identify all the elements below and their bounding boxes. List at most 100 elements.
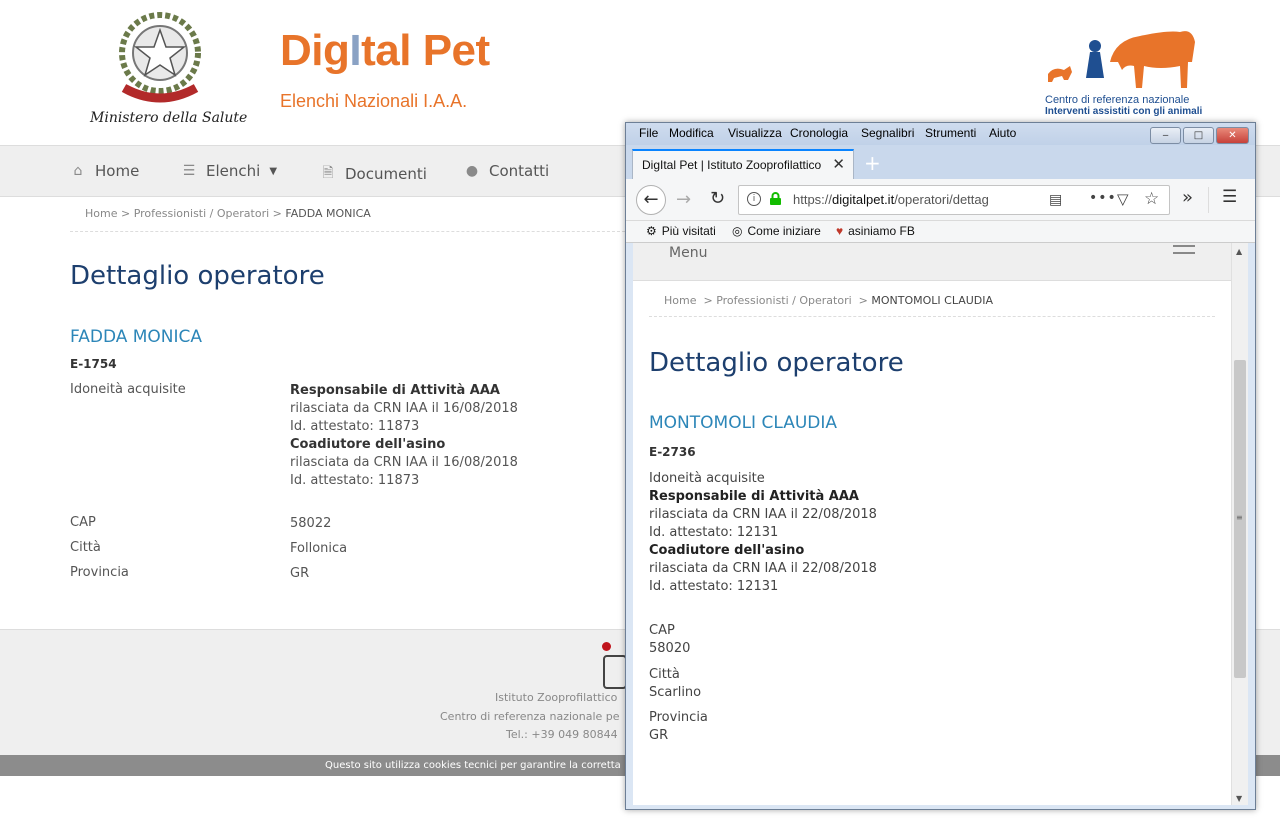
- tab-title: DigItal Pet | Istituto Zooprofilattico: [642, 158, 822, 172]
- citta-value: Scarlino: [649, 685, 702, 700]
- breadcrumb: Home > Professionisti / Operatori > MONT…: [664, 294, 994, 307]
- cap-value: 58020: [649, 641, 691, 656]
- operator-code: E-2736: [649, 445, 696, 459]
- breadcrumb-current: FADDA MONICA: [285, 207, 371, 220]
- menu-aiuto[interactable]: Aiuto: [989, 126, 1016, 140]
- hamburger-menu-icon[interactable]: ☰: [1222, 187, 1237, 207]
- nav-toolbar: ← → ↻ i https://digitalpet.it/operatori/…: [626, 179, 1255, 221]
- cap-label: CAP: [649, 623, 675, 638]
- maximize-button[interactable]: □: [1183, 127, 1214, 144]
- nav-contatti[interactable]: ● Contatti: [464, 162, 549, 180]
- breadcrumb-current: MONTOMOLI CLAUDIA: [871, 294, 994, 307]
- menu-bar: File Modifica Visualizza Cronologia Segn…: [626, 123, 1255, 145]
- menu-cronologia[interactable]: Cronologia: [790, 126, 848, 140]
- bookmark-star-icon[interactable]: ☆: [1144, 189, 1159, 209]
- minimize-button[interactable]: ‒: [1150, 127, 1181, 144]
- cap-label: CAP: [70, 515, 96, 530]
- bookmark-come-iniziare[interactable]: ◎ Come iniziare: [732, 224, 821, 238]
- user-icon: ●: [465, 163, 479, 179]
- brand-subtitle: Elenchi Nazionali I.A.A.: [280, 91, 468, 111]
- pocket-icon[interactable]: ▽: [1117, 190, 1129, 208]
- idoneita-label: Idoneità acquisite: [649, 471, 765, 486]
- breadcrumb-section[interactable]: Professionisti / Operatori: [716, 294, 851, 307]
- tab-close-icon[interactable]: ✕: [832, 155, 845, 173]
- operator-name: FADDA MONICA: [70, 327, 203, 347]
- forward-icon[interactable]: →: [676, 189, 691, 210]
- tab-strip: DigItal Pet | Istituto Zooprofilattico ✕…: [626, 145, 1255, 179]
- page-viewport: Menu Home > Professionisti / Operatori >…: [633, 243, 1231, 805]
- idoneita-label: Idoneità acquisite: [70, 382, 186, 397]
- url-text[interactable]: https://digitalpet.it/operatori/dettag: [793, 192, 1013, 207]
- page-title: Dettaglio operatore: [649, 348, 904, 378]
- scroll-up-icon[interactable]: ▲: [1236, 247, 1242, 256]
- caret-down-icon: ▼: [269, 165, 278, 177]
- reload-icon[interactable]: ↻: [710, 188, 725, 209]
- provincia-value: GR: [290, 566, 310, 581]
- new-tab-icon[interactable]: +: [864, 151, 881, 175]
- ministero-label: Ministero della Salute: [90, 110, 248, 126]
- breadcrumb-section[interactable]: Professionisti / Operatori: [134, 207, 269, 220]
- footer-centro: Centro di referenza nazionale pe: [440, 710, 620, 723]
- menu-file[interactable]: File: [639, 126, 658, 140]
- document-icon: 🗎: [322, 165, 334, 181]
- tab-digitalpet[interactable]: DigItal Pet | Istituto Zooprofilattico ✕: [632, 149, 854, 179]
- toolbar-separator: [1208, 187, 1209, 213]
- citta-label: Città: [70, 540, 101, 555]
- vertical-scrollbar[interactable]: ▲ ≡ ▼: [1231, 243, 1248, 805]
- crn-horse-logo-icon: [1040, 22, 1200, 94]
- cap-value: 58022: [290, 516, 332, 531]
- divider: [649, 316, 1215, 317]
- divider: [70, 231, 630, 232]
- lock-icon[interactable]: [769, 192, 782, 205]
- citta-value: Follonica: [290, 541, 348, 556]
- reader-view-icon[interactable]: ▤: [1049, 192, 1062, 208]
- menu-label: Menu: [669, 245, 708, 261]
- bookmark-piu-visitati[interactable]: ⚙ Più visitati: [646, 224, 716, 238]
- citta-section: Città Scarlino: [649, 666, 701, 702]
- breadcrumb-home[interactable]: Home: [664, 294, 696, 307]
- nav-elenchi[interactable]: ☰ Elenchi ▼: [181, 162, 277, 180]
- crn-label: Centro di referenza nazionale: [1045, 94, 1190, 106]
- gear-icon: ⚙: [646, 224, 657, 238]
- brand-title[interactable]: DigItal Pet: [280, 26, 490, 76]
- breadcrumb-home[interactable]: Home: [85, 207, 117, 220]
- citta-label: Città: [649, 667, 680, 682]
- scroll-thumb[interactable]: ≡: [1234, 360, 1246, 678]
- idoneita-list: Responsabile di Attività AAA rilasciata …: [290, 383, 518, 488]
- page-title: Dettaglio operatore: [70, 261, 325, 291]
- footer-logo-icon: [603, 655, 627, 689]
- footer-phone: Tel.: +39 049 80844: [506, 728, 618, 741]
- scroll-down-icon[interactable]: ▼: [1236, 794, 1242, 803]
- footer-institute: Istituto Zooprofilattico: [495, 691, 618, 704]
- bookmark-asiniamo-fb[interactable]: ♥ asiniamo FB: [836, 224, 915, 238]
- operator-name: MONTOMOLI CLAUDIA: [649, 413, 838, 433]
- menu-strumenti[interactable]: Strumenti: [925, 126, 976, 140]
- provincia-label: Provincia: [70, 565, 129, 580]
- nav-home[interactable]: ⌂ Home: [70, 162, 140, 180]
- menu-segnalibri[interactable]: Segnalibri: [861, 126, 914, 140]
- browser-window: File Modifica Visualizza Cronologia Segn…: [625, 122, 1256, 810]
- idoneita-section: Idoneità acquisite Responsabile di Attiv…: [649, 471, 877, 594]
- back-icon[interactable]: ←: [636, 185, 666, 215]
- home-icon: ⌂: [73, 163, 83, 179]
- provincia-section: Provincia GR: [649, 709, 708, 745]
- provincia-label: Provincia: [649, 710, 708, 725]
- address-bar[interactable]: i https://digitalpet.it/operatori/dettag…: [738, 185, 1170, 215]
- nav-documenti[interactable]: 🗎 Documenti: [320, 162, 427, 186]
- overflow-menu-icon[interactable]: »: [1182, 187, 1193, 208]
- footer-logo-dot-icon: [602, 642, 611, 651]
- menu-modifica[interactable]: Modifica: [669, 126, 714, 140]
- crn-sublabel: Interventi assistiti con gli animali: [1045, 106, 1203, 117]
- grip-icon: ≡: [1236, 513, 1243, 522]
- close-window-button[interactable]: ✕: [1216, 127, 1249, 144]
- info-icon[interactable]: i: [747, 192, 761, 206]
- menu-visualizza[interactable]: Visualizza: [728, 126, 782, 140]
- heart-icon: ♥: [836, 224, 844, 238]
- globe-icon: ◎: [732, 224, 743, 238]
- menu-toggle-icon[interactable]: [1173, 245, 1195, 259]
- provincia-value: GR: [649, 728, 669, 743]
- cap-section: CAP 58020: [649, 622, 690, 658]
- breadcrumb: Home > Professionisti / Operatori > FADD…: [85, 207, 371, 220]
- mobile-menu-bar[interactable]: Menu: [633, 243, 1231, 281]
- page-actions-icon[interactable]: •••: [1089, 190, 1117, 206]
